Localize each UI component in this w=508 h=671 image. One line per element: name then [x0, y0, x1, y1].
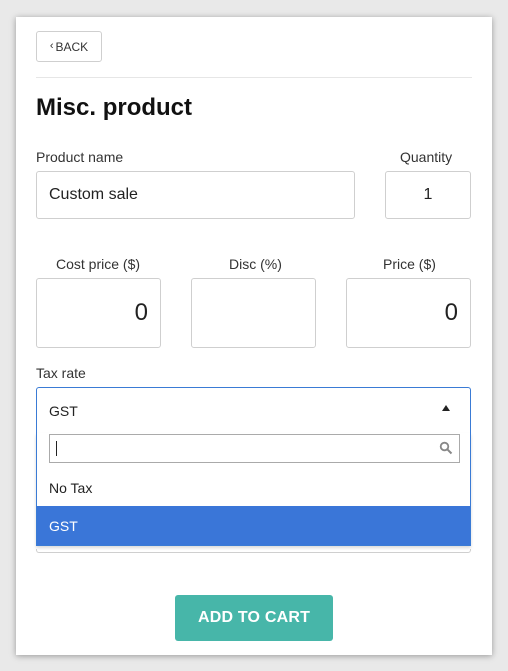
- header-divider: [36, 77, 472, 78]
- tax-rate-dropdown: No Tax GST: [36, 433, 471, 546]
- cost-price-label: Cost price ($): [56, 256, 141, 272]
- tax-rate-label: Tax rate: [36, 365, 86, 381]
- select-underline: [36, 549, 471, 553]
- disc-input[interactable]: [191, 278, 316, 348]
- price-label: Price ($): [383, 256, 436, 272]
- search-icon: [439, 441, 453, 455]
- cost-price-input[interactable]: 0: [36, 278, 161, 348]
- caret-up-icon: [442, 405, 450, 411]
- back-button-label: BACK: [55, 39, 89, 54]
- disc-label: Disc (%): [229, 256, 282, 272]
- tax-option-gst[interactable]: GST: [37, 506, 470, 545]
- product-name-input[interactable]: Custom sale: [36, 171, 355, 219]
- misc-product-card: ‹ BACK Misc. product Product name Quanti…: [16, 17, 492, 655]
- tax-rate-selected-value: GST: [49, 403, 78, 419]
- tax-option-no-tax[interactable]: No Tax: [37, 468, 470, 507]
- quantity-input[interactable]: 1: [385, 171, 471, 219]
- quantity-label: Quantity: [400, 149, 453, 165]
- tax-rate-select[interactable]: GST: [36, 387, 471, 434]
- price-input[interactable]: 0: [346, 278, 471, 348]
- add-to-cart-button[interactable]: ADD TO CART: [175, 595, 333, 641]
- tax-search-input[interactable]: [49, 434, 460, 463]
- back-button[interactable]: ‹ BACK: [36, 31, 102, 62]
- page-title: Misc. product: [36, 94, 193, 121]
- product-name-label: Product name: [36, 149, 124, 165]
- text-cursor: [56, 441, 57, 456]
- chevron-left-icon: ‹: [49, 40, 54, 52]
